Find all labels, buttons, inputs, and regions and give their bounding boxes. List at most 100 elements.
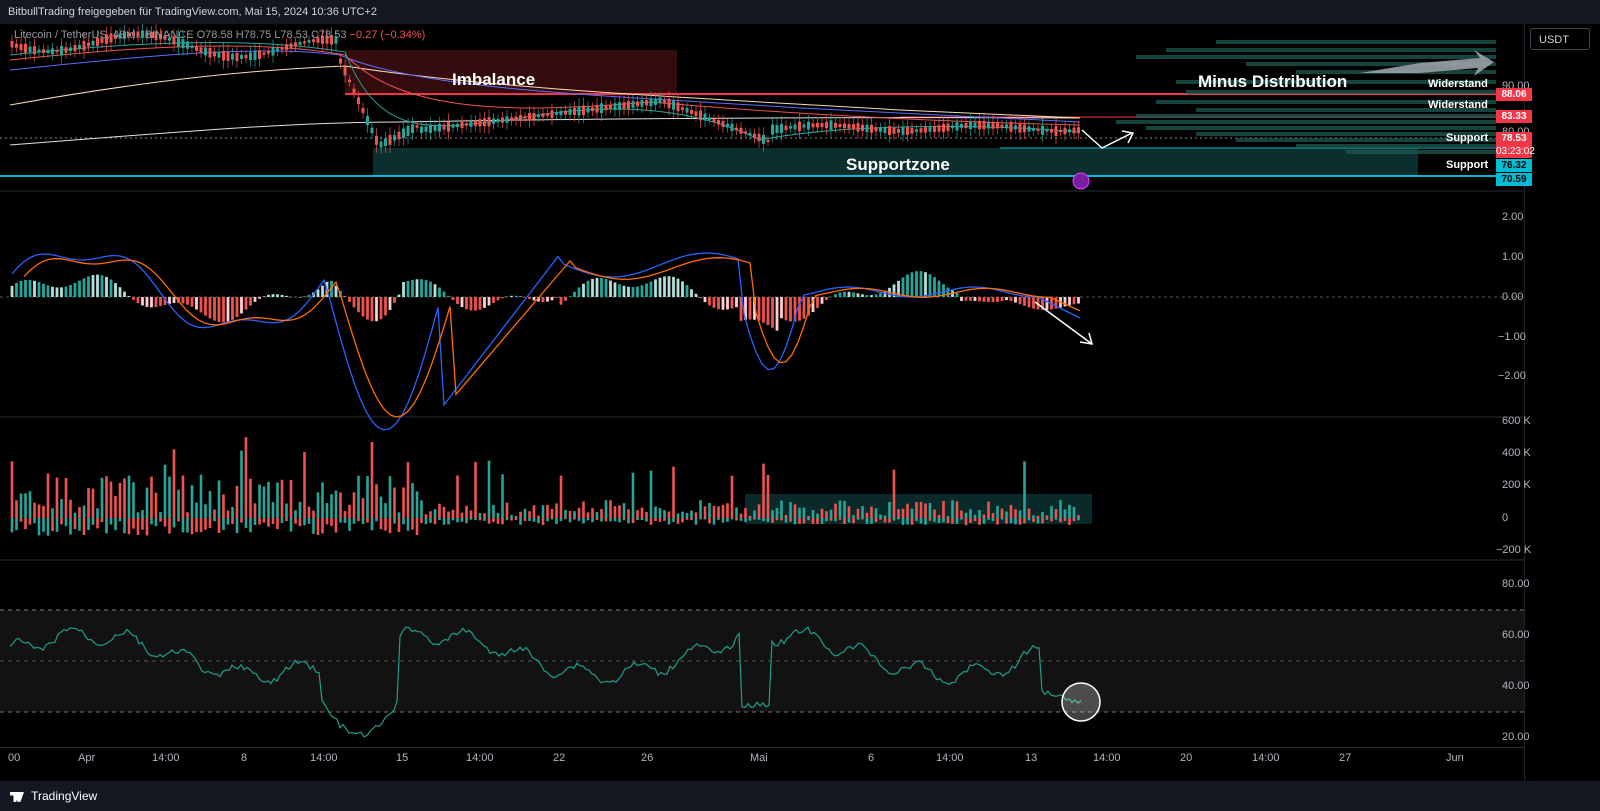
macd-histogram-bar [348, 297, 351, 302]
macd-histogram-bar [42, 283, 45, 297]
candle [667, 98, 671, 109]
candle [199, 47, 203, 53]
macd-histogram-bar [285, 295, 288, 297]
volume-bar [154, 518, 158, 527]
volume-bar [843, 500, 846, 518]
macd-histogram-bar [631, 287, 635, 297]
time-tick: 14:00 [310, 752, 338, 764]
candle [10, 41, 14, 48]
candle [726, 123, 729, 128]
volume-bar [609, 500, 612, 518]
volume-bar [559, 475, 563, 518]
tradingview-logo-icon [10, 791, 24, 802]
volume-bar [429, 511, 432, 518]
macd-histogram-bar [159, 297, 162, 307]
volume-bar [141, 518, 144, 530]
volume-bar [802, 507, 806, 518]
volume-bar [357, 475, 360, 518]
volume-bar [541, 518, 545, 525]
macd-histogram-bar [730, 297, 734, 309]
macd-histogram-bar [222, 297, 225, 323]
volume-bar [676, 518, 680, 524]
candle [735, 127, 738, 131]
volume-bar [753, 510, 756, 518]
volume-profile-bar [1216, 40, 1496, 44]
candle [694, 111, 698, 117]
volume-bar [442, 506, 446, 518]
volume-bar [64, 478, 68, 518]
volume-bar [24, 518, 27, 530]
volume-bar [240, 518, 243, 523]
volume-bar [582, 518, 585, 524]
macd-histogram-bar [514, 295, 518, 297]
volume-bar [325, 518, 329, 525]
volume-bar [91, 518, 95, 525]
macd-histogram-bar [1014, 297, 1017, 303]
candle [712, 118, 716, 123]
macd-histogram-bar [937, 280, 941, 297]
volume-bar [96, 518, 99, 529]
candle [69, 47, 72, 51]
candle [397, 131, 401, 140]
candle [748, 132, 752, 136]
volume-bar [483, 518, 486, 521]
macd-histogram-bar [487, 297, 491, 306]
macd-histogram-bar [379, 297, 383, 320]
volume-bar [96, 508, 99, 518]
macd-histogram-bar [105, 276, 108, 297]
candle [852, 124, 855, 130]
volume-bar [109, 481, 113, 518]
time-axis[interactable]: 00 Apr 14:00 8 14:00 15 14:00 22 26 Mai … [0, 747, 1524, 768]
macd-histogram-bar [802, 297, 806, 319]
volume-bar [42, 505, 45, 518]
volume-bar [375, 518, 378, 522]
macd-histogram-bar [775, 297, 779, 331]
volume-bar [586, 518, 590, 521]
candle [532, 113, 536, 120]
volume-bar [145, 487, 149, 518]
candle [564, 110, 567, 115]
volume-bar [564, 509, 567, 518]
volume-bar [847, 506, 851, 518]
legend-symbol: Litecoin / TetherUS, 4Std., BINANCE [14, 29, 194, 41]
volume-bar [883, 515, 887, 518]
macd-histogram-bar [15, 282, 18, 297]
volume-bar [627, 509, 630, 518]
macd-histogram-bar [969, 297, 972, 301]
volume-bar [487, 460, 491, 518]
volume-bar [280, 518, 284, 524]
volume-bar [537, 518, 540, 524]
volume-bar [1027, 508, 1031, 518]
volume-bar [469, 518, 473, 520]
candle [798, 121, 801, 132]
volume-bar [276, 482, 279, 518]
candle [982, 120, 986, 130]
volume-bar [366, 475, 369, 518]
candle [1005, 124, 1008, 129]
candle [883, 127, 887, 133]
time-tick: 14:00 [466, 752, 494, 764]
volume-bar [762, 463, 765, 518]
macd-histogram-bar [114, 283, 117, 297]
candle [37, 49, 41, 53]
volume-bar [838, 500, 842, 518]
volume-bar [496, 512, 500, 518]
macd-histogram-bar [370, 297, 374, 322]
volume-bar [28, 518, 32, 525]
volume-profile-bar [1346, 150, 1496, 154]
candle [222, 50, 225, 61]
volume-bar [541, 505, 545, 518]
macd-histogram-bar [82, 278, 86, 297]
chart-canvas[interactable] [0, 0, 1600, 811]
volume-bar [829, 509, 833, 518]
macd-histogram-bar [573, 291, 576, 297]
candle [802, 124, 806, 128]
volume-bar [1014, 518, 1017, 525]
volume-bar [82, 518, 86, 536]
macd-histogram-bar [568, 296, 572, 297]
candle [978, 120, 981, 130]
volume-bar [847, 518, 851, 523]
minus-distribution-label: Minus Distribution [1198, 72, 1348, 91]
candle [685, 107, 689, 113]
volume-bar [586, 512, 590, 518]
